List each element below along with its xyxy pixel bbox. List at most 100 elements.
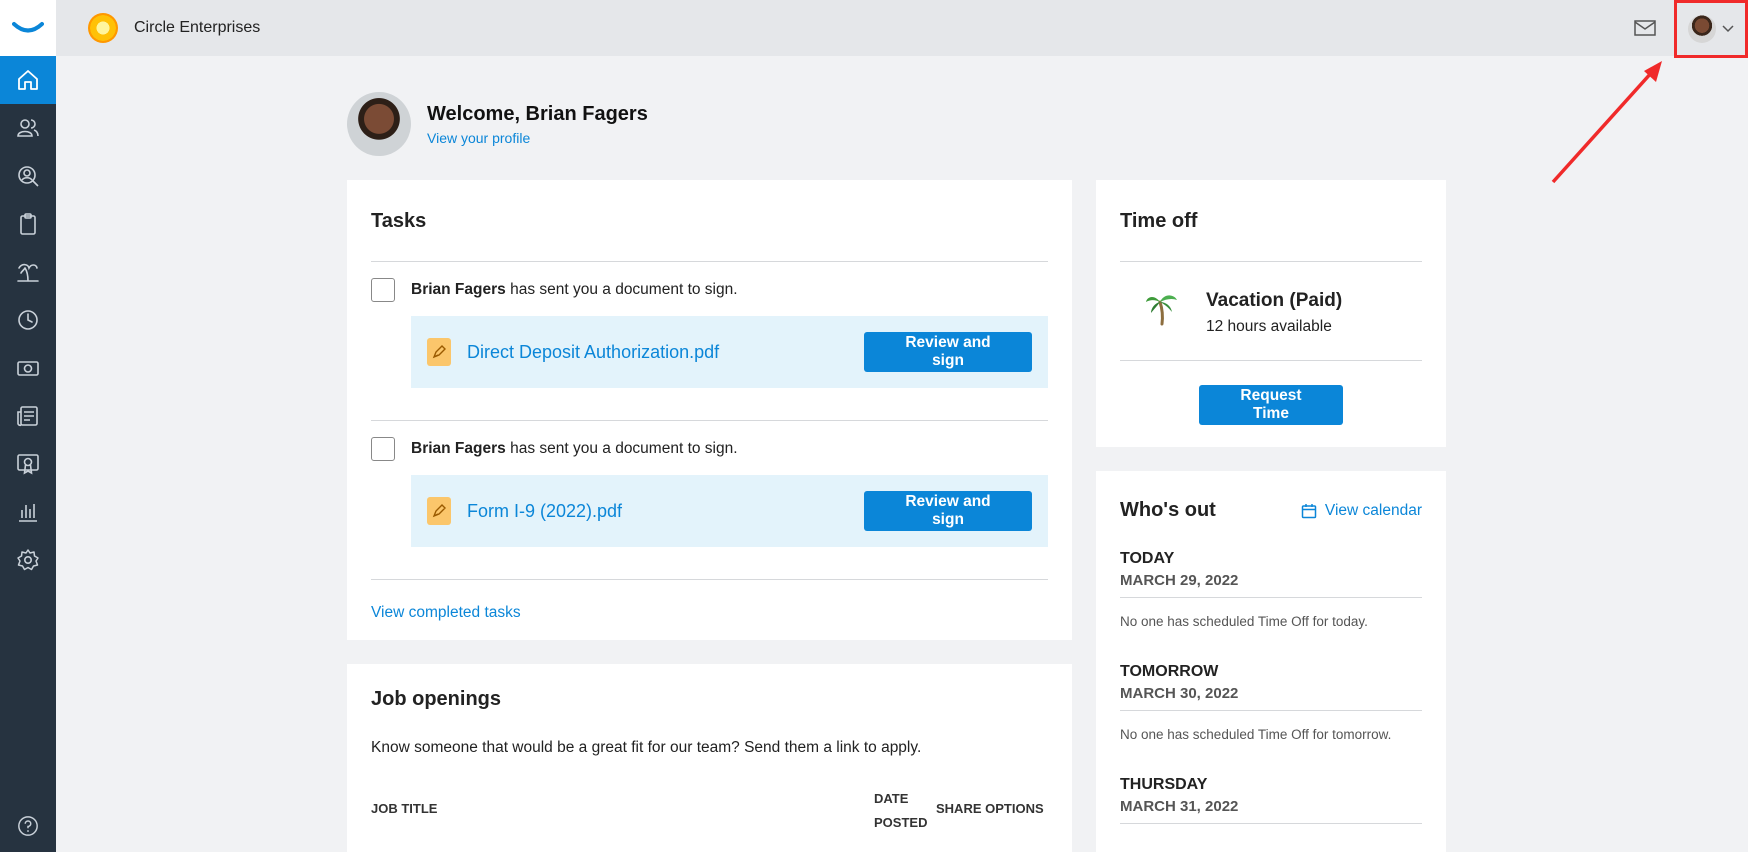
- divider: [371, 261, 1048, 262]
- newspaper-icon: [17, 406, 38, 427]
- col-posted-label: POSTED: [874, 815, 928, 830]
- task-item: Brian Fagers has sent you a document to …: [371, 278, 1048, 302]
- company-logo: [88, 13, 118, 43]
- gear-icon: [17, 549, 39, 571]
- task-message: has sent you a document to sign.: [505, 440, 738, 457]
- welcome-title: Welcome, Brian Fagers: [427, 102, 648, 125]
- sidebar-item-onboarding[interactable]: [0, 200, 56, 248]
- sidebar-item-performance[interactable]: [0, 440, 56, 488]
- sidebar-item-settings[interactable]: [0, 536, 56, 584]
- pen-icon: [427, 338, 451, 366]
- smile-logo-icon: [12, 22, 44, 33]
- welcome-section: Welcome, Brian Fagers View your profile: [347, 92, 648, 156]
- person-search-icon: [18, 166, 39, 187]
- job-table-header: JOB TITLE DATE POSTED SHARE OPTIONS: [371, 787, 1048, 831]
- job-openings-description: Know someone that would be a great fit f…: [371, 739, 922, 756]
- divider: [1120, 710, 1422, 711]
- sidebar-item-reports[interactable]: [0, 488, 56, 536]
- top-bar-actions: [1634, 0, 1748, 58]
- divider: [371, 579, 1048, 580]
- user-menu-button[interactable]: [1674, 0, 1748, 58]
- profile-avatar: [347, 92, 411, 156]
- clipboard-icon: [20, 213, 36, 235]
- time-off-card: Time off Vacation (Paid) 12 hours availa…: [1096, 180, 1446, 447]
- task-sender: Brian Fagers: [411, 440, 506, 457]
- annotation-arrow: [1551, 61, 1662, 184]
- tasks-card: Tasks Brian Fagers has sent you a docume…: [347, 180, 1072, 640]
- day-label: TODAY: [1120, 550, 1175, 567]
- pen-icon: [427, 497, 451, 525]
- top-bar: Circle Enterprises: [56, 0, 1748, 58]
- app-logo[interactable]: [0, 0, 56, 56]
- bar-chart-icon: [19, 504, 37, 522]
- task-message: has sent you a document to sign.: [505, 281, 738, 298]
- palm-tree-icon: [17, 263, 39, 282]
- people-icon: [17, 119, 39, 137]
- whos-out-title: Who's out: [1120, 499, 1216, 521]
- home-icon: [18, 70, 38, 90]
- day-date: MARCH 29, 2022: [1120, 572, 1239, 589]
- whos-out-card: Who's out View calendar TODAY MARCH 29, …: [1096, 471, 1446, 852]
- job-openings-title: Job openings: [371, 688, 501, 710]
- sidebar: [0, 0, 56, 852]
- sidebar-item-news[interactable]: [0, 392, 56, 440]
- divider: [371, 420, 1048, 421]
- document-link[interactable]: Direct Deposit Authorization.pdf: [467, 342, 864, 363]
- task-document: Form I-9 (2022).pdf Review and sign: [411, 475, 1048, 547]
- certificate-icon: [17, 454, 39, 475]
- day-section: THURSDAY MARCH 31, 2022: [1120, 776, 1422, 824]
- tasks-title: Tasks: [371, 210, 427, 232]
- day-date: MARCH 30, 2022: [1120, 685, 1239, 702]
- day-label: TOMORROW: [1120, 663, 1219, 680]
- divider: [1120, 360, 1422, 361]
- time-off-title: Time off: [1120, 210, 1198, 232]
- time-off-type: Vacation (Paid): [1206, 290, 1343, 311]
- day-label: THURSDAY: [1120, 776, 1208, 793]
- day-date: MARCH 31, 2022: [1120, 798, 1239, 815]
- help-button[interactable]: [0, 806, 56, 846]
- sidebar-item-time-off[interactable]: [0, 248, 56, 296]
- task-checkbox[interactable]: [371, 278, 395, 302]
- review-and-sign-button[interactable]: Review and sign: [864, 332, 1032, 372]
- sidebar-item-time-tracking[interactable]: [0, 296, 56, 344]
- document-link[interactable]: Form I-9 (2022).pdf: [467, 501, 864, 522]
- divider: [1120, 597, 1422, 598]
- task-item: Brian Fagers has sent you a document to …: [371, 437, 1048, 461]
- divider: [1120, 823, 1422, 824]
- sidebar-item-home[interactable]: [0, 56, 56, 104]
- view-calendar-label: View calendar: [1324, 501, 1422, 519]
- time-off-available: 12 hours available: [1206, 318, 1332, 335]
- task-checkbox[interactable]: [371, 437, 395, 461]
- view-calendar-link[interactable]: View calendar: [1301, 502, 1422, 520]
- request-time-button[interactable]: Request Time: [1199, 385, 1343, 425]
- day-section: TODAY MARCH 29, 2022 No one has schedule…: [1120, 550, 1422, 629]
- money-icon: [17, 361, 39, 376]
- view-profile-link[interactable]: View your profile: [427, 130, 648, 146]
- view-completed-tasks-link[interactable]: View completed tasks: [371, 604, 521, 621]
- col-share-options: SHARE OPTIONS: [936, 801, 1044, 816]
- clock-icon: [18, 310, 38, 330]
- day-empty-message: No one has scheduled Time Off for tomorr…: [1120, 727, 1392, 742]
- avatar: [1688, 15, 1716, 43]
- review-and-sign-button[interactable]: Review and sign: [864, 491, 1032, 531]
- col-job-title: JOB TITLE: [371, 801, 438, 816]
- company-name: Circle Enterprises: [134, 19, 261, 36]
- chevron-down-icon: [1722, 25, 1734, 33]
- sidebar-item-recruiting[interactable]: [0, 152, 56, 200]
- mail-icon: [1634, 20, 1656, 36]
- task-sender: Brian Fagers: [411, 281, 506, 298]
- calendar-icon: [1301, 503, 1317, 518]
- sidebar-item-people[interactable]: [0, 104, 56, 152]
- col-date-posted: DATE POSTED: [874, 787, 927, 835]
- task-document: Direct Deposit Authorization.pdf Review …: [411, 316, 1048, 388]
- sidebar-item-payroll[interactable]: [0, 344, 56, 392]
- day-empty-message: No one has scheduled Time Off for today.: [1120, 614, 1368, 629]
- time-off-balance: Vacation (Paid) 12 hours available: [1120, 290, 1422, 336]
- col-date-label: DATE: [874, 791, 909, 806]
- mail-button[interactable]: [1634, 19, 1656, 37]
- divider: [1120, 261, 1422, 262]
- help-icon: [18, 816, 38, 836]
- palm-tree-icon: [1146, 295, 1177, 326]
- job-openings-card: Job openings Know someone that would be …: [347, 664, 1072, 852]
- day-section: TOMORROW MARCH 30, 2022 No one has sched…: [1120, 663, 1422, 742]
